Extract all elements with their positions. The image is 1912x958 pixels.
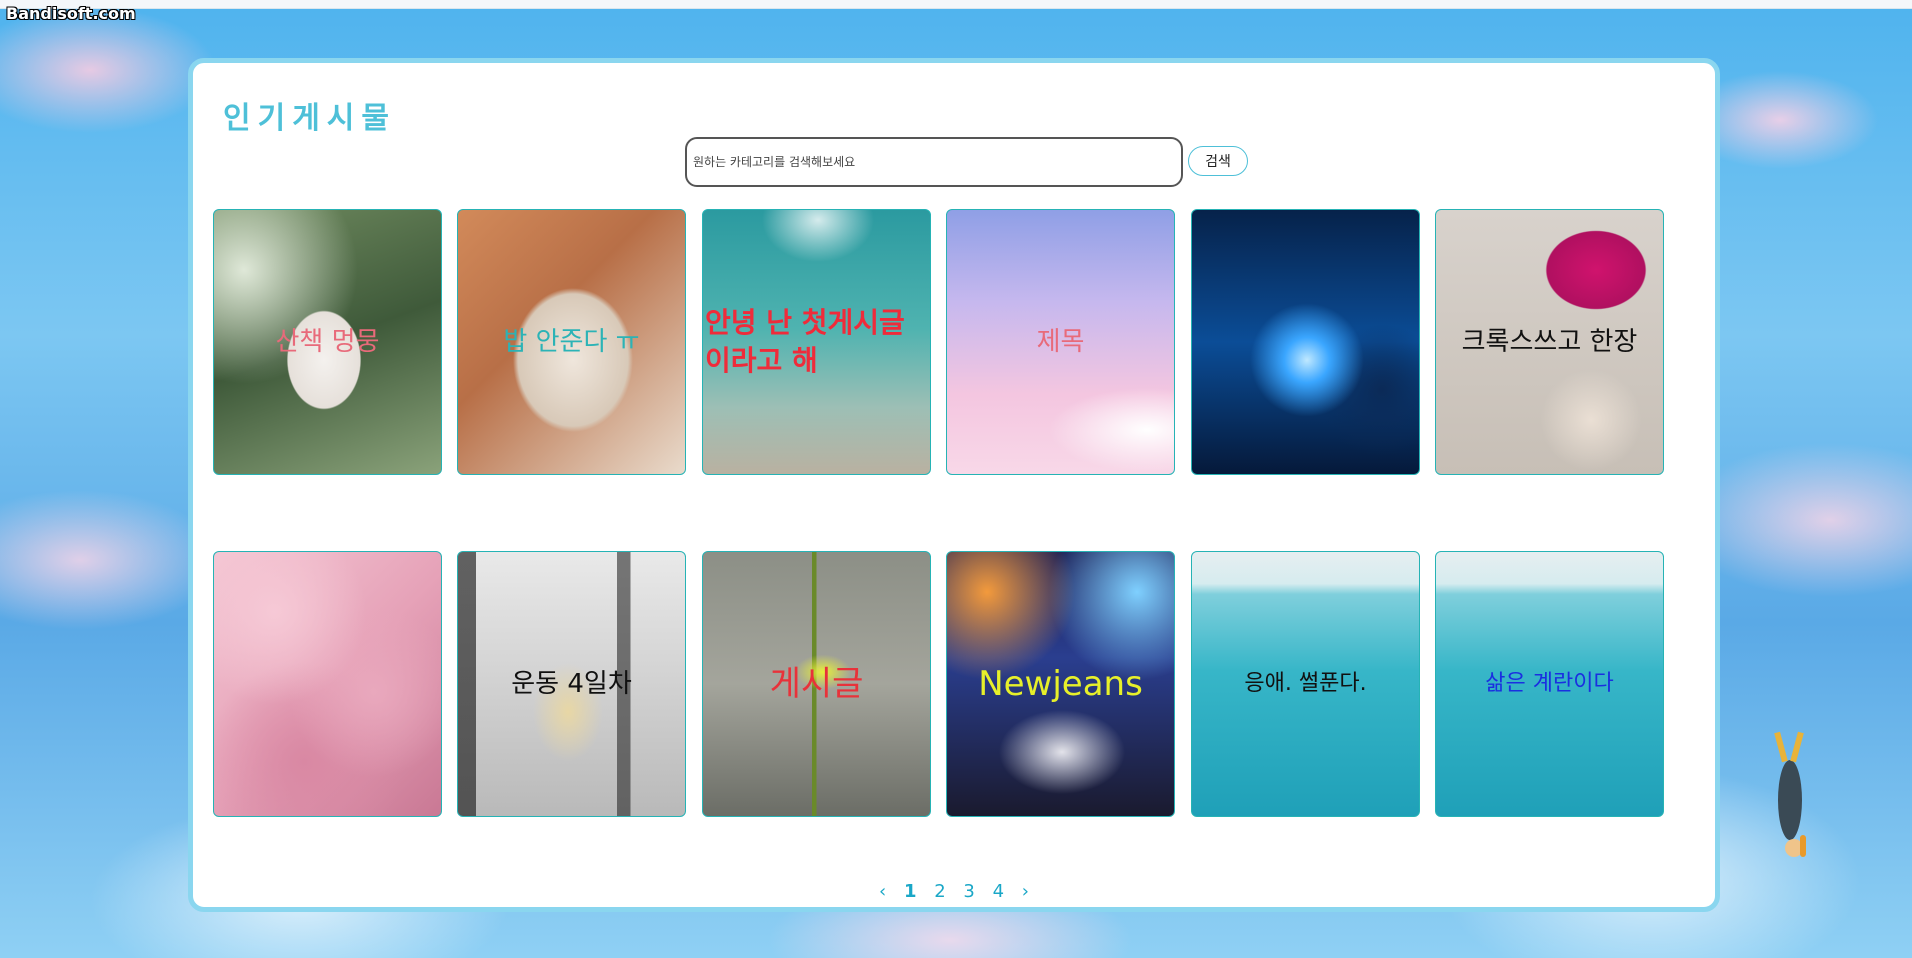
- post-title: 밥 안준다 ㅠ: [503, 327, 640, 357]
- watermark: Bandisoft.com: [6, 4, 136, 23]
- post-card[interactable]: 안녕 난 첫게시글이라고 해: [702, 209, 931, 475]
- page-link-4[interactable]: 4: [993, 881, 1004, 902]
- post-title: Newjeans: [978, 664, 1143, 704]
- post-card[interactable]: 밥 안준다 ㅠ: [457, 209, 686, 475]
- main-panel: 인기게시물 검색 산책 멍뭉 밥 안준다 ㅠ 안녕 난 첫게시글이라고 해 제목…: [188, 58, 1720, 912]
- post-card[interactable]: 크록스쓰고 한장: [1435, 209, 1664, 475]
- search-input[interactable]: [685, 137, 1183, 187]
- post-card[interactable]: 제목: [946, 209, 1175, 475]
- page-link-1[interactable]: 1: [904, 881, 917, 902]
- post-title: 운동 4일차: [511, 669, 632, 699]
- page-link-2[interactable]: 2: [934, 881, 945, 902]
- page-title: 인기게시물: [223, 101, 396, 136]
- post-card[interactable]: 산책 멍뭉: [213, 209, 442, 475]
- post-card[interactable]: 운동 4일차: [457, 551, 686, 817]
- post-title: 안녕 난 첫게시글이라고 해: [705, 306, 905, 377]
- post-card[interactable]: [213, 551, 442, 817]
- post-title: 삶은 계란이다: [1485, 671, 1614, 696]
- page-link-3[interactable]: 3: [963, 881, 974, 902]
- post-title: 게시글: [769, 664, 864, 704]
- pagination-next-icon[interactable]: ›: [1022, 881, 1029, 902]
- pagination: ‹ 1 2 3 4 ›: [193, 881, 1715, 902]
- post-card[interactable]: 게시글: [702, 551, 931, 817]
- pagination-prev-icon[interactable]: ‹: [879, 881, 886, 902]
- post-card[interactable]: 삶은 계란이다: [1435, 551, 1664, 817]
- post-title: 제목: [1036, 327, 1085, 357]
- post-title: 응애. 썰푼다.: [1244, 671, 1367, 696]
- post-card[interactable]: [1191, 209, 1420, 475]
- post-card[interactable]: 응애. 썰푼다.: [1191, 551, 1420, 817]
- post-title: 산책 멍뭉: [275, 327, 380, 357]
- diver-illustration: [1774, 731, 1806, 857]
- post-card[interactable]: Newjeans: [946, 551, 1175, 817]
- search-button[interactable]: 검색: [1188, 146, 1248, 176]
- top-strip: [0, 0, 1912, 9]
- post-title: 크록스쓰고 한장: [1461, 327, 1638, 357]
